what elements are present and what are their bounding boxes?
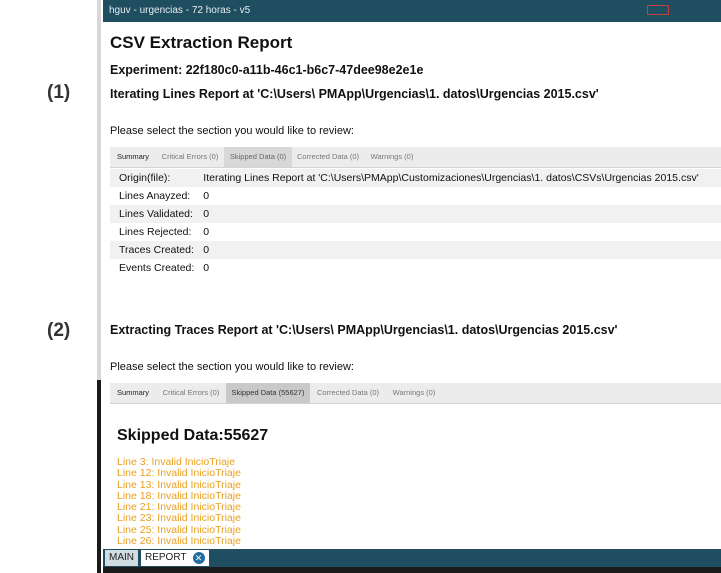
row-key: Lines Rejected: [119,226,192,238]
tab-critical-errors[interactable]: Critical Errors (0) [156,383,226,403]
row-key: Traces Created: [110,241,195,259]
marker-one: (1) [47,82,71,103]
window-control-icon[interactable] [647,5,669,15]
marker-two: (2) [47,320,71,341]
tab-warnings[interactable]: Warnings (0) [364,147,420,167]
skipped-lines-list: Line 3: Invalid InicioTriaje Line 12: In… [117,456,241,547]
row-key: Origin(file): [110,169,195,187]
report-title: CSV Extraction Report [110,33,293,52]
table-row: Lines Rejected: 0 [110,223,721,241]
tab-report-label: REPORT [145,552,187,563]
row-key: Lines Validated: [110,205,195,223]
window-title: hguv - urgencias - 72 horas - v5 [109,5,251,16]
tab-main[interactable]: MAIN [105,550,138,566]
section2-heading: Extracting Traces Report at 'C:\Users\ P… [110,323,618,337]
table-row: Lines Validated: 0 [110,205,721,223]
section2-tabs: Summary Critical Errors (0) Skipped Data… [110,383,721,404]
left-edge-dark [97,380,101,573]
bottom-bar [103,567,721,573]
section1-tabs: Summary Critical Errors (0) Skipped Data… [110,147,721,168]
section2-prompt: Please select the section you would like… [110,361,354,373]
row-value: Iterating Lines Report at 'C:\Users\PMAp… [194,169,721,187]
row-value: 0 [203,190,210,202]
summary-table: Origin(file): Iterating Lines Report at '… [110,169,721,277]
report-window: hguv - urgencias - 72 horas - v5 CSV Ext… [103,0,721,573]
table-row: Lines Anayzed: 0 [110,187,721,205]
tab-skipped-data[interactable]: Skipped Data (55627) [226,383,310,403]
title-bar: hguv - urgencias - 72 horas - v5 [103,0,721,22]
section1-prompt: Please select the section you would like… [110,125,354,137]
tab-summary[interactable]: Summary [110,147,156,167]
experiment-id: Experiment: 22f180c0-a11b-46c1-b6c7-47de… [110,63,424,77]
table-row: Traces Created: 0 [110,241,721,259]
table-row: Events Created: 0 [110,259,721,277]
tab-critical-errors[interactable]: Critical Errors (0) [156,147,224,167]
table-row: Origin(file): Iterating Lines Report at '… [110,169,721,187]
list-item[interactable]: Line 26: Invalid InicioTriaje [117,535,241,547]
tab-corrected-data[interactable]: Corrected Data (0) [292,147,364,167]
row-value: 0 [203,262,210,274]
status-bar: MAIN REPORT ✕ [103,549,721,567]
tab-skipped-data[interactable]: Skipped Data (0) [224,147,292,167]
left-edge [97,0,101,573]
skipped-data-title: Skipped Data:55627 [117,427,269,444]
row-key: Lines Anayzed: [119,190,191,202]
tab-report[interactable]: REPORT ✕ [141,550,209,566]
row-value: 0 [194,241,721,259]
close-icon[interactable]: ✕ [192,552,205,564]
row-value: 0 [194,205,721,223]
list-item[interactable]: Line 12: Invalid InicioTriaje [117,467,241,479]
row-key: Events Created: [119,262,195,274]
section1-heading: Iterating Lines Report at 'C:\Users\ PMA… [110,87,599,101]
row-value: 0 [203,226,210,238]
tab-warnings[interactable]: Warnings (0) [386,383,442,403]
tab-corrected-data[interactable]: Corrected Data (0) [310,383,386,403]
tab-summary[interactable]: Summary [110,383,156,403]
